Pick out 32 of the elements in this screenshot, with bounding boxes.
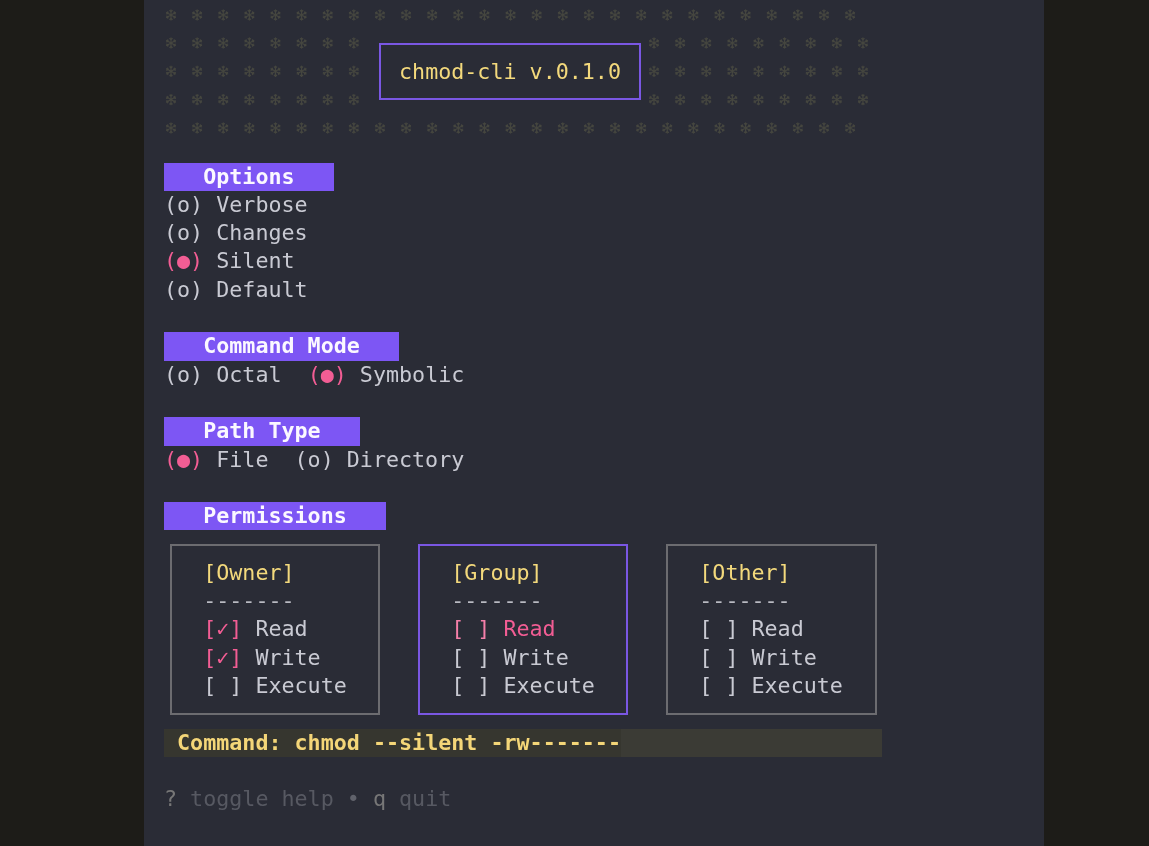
panel-title: [Group] [451, 558, 543, 587]
checkbox-option[interactable]: [ ] Execute [699, 671, 843, 701]
help-key: ? [164, 785, 178, 814]
help-separator: • [346, 785, 360, 814]
checkbox-option[interactable]: [✓] Read [203, 615, 308, 644]
section-title: Command Mode [164, 332, 399, 361]
section-title: Options [164, 162, 334, 191]
checkbox-option[interactable]: [ ] Write [451, 643, 569, 672]
radio-option[interactable]: (●) Symbolic [307, 360, 465, 389]
radio-option[interactable]: (o) Verbose [164, 190, 308, 220]
checkbox-option[interactable]: [ ] Execute [203, 671, 347, 701]
radio-option[interactable]: (●) File [164, 445, 269, 474]
checkbox-option[interactable]: [✓] Write [203, 643, 321, 672]
radio-option[interactable]: (o) Octal [164, 360, 282, 389]
checkbox-option[interactable]: [ ] Read [451, 615, 556, 644]
dash-line: ------- [699, 587, 791, 616]
panel-title: [Owner] [203, 558, 295, 587]
dash-line: ------- [451, 587, 543, 616]
checkbox-option[interactable]: [ ] Read [699, 615, 804, 644]
dash-line: ------- [203, 587, 295, 616]
checkbox-option[interactable]: [ ] Execute [451, 671, 595, 701]
radio-option[interactable]: (o) Default [164, 275, 308, 305]
section-title: Path Type [164, 417, 360, 446]
app-title: chmod-cli v.0.1.0 [379, 43, 641, 101]
help-key: q [372, 785, 386, 814]
checkbox-option[interactable]: [ ] Write [699, 643, 817, 672]
panel-title: [Other] [699, 558, 791, 587]
section-title: Permissions [164, 502, 386, 531]
radio-option[interactable]: (●) Silent [164, 247, 295, 276]
radio-option[interactable]: (o) Changes [164, 219, 308, 248]
command-text: Command: chmod --silent -rw------- [164, 728, 621, 757]
radio-option[interactable]: (o) Directory [294, 445, 465, 474]
